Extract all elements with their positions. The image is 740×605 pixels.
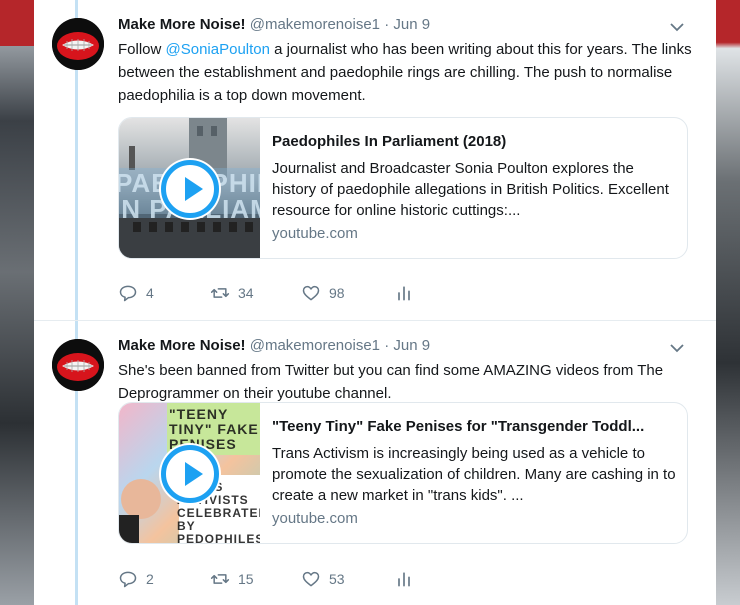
reply-count: 4 xyxy=(146,285,154,301)
tweet-thread-panel: Make More Noise! @makemorenoise1 · Jun 9… xyxy=(34,0,716,605)
retweet-count: 15 xyxy=(238,571,254,587)
background-left-edge xyxy=(0,0,34,605)
user-handle[interactable]: @makemorenoise1 xyxy=(250,337,380,354)
tweet-header: Make More Noise! @makemorenoise1 · Jun 9 xyxy=(118,337,430,354)
card-description: Trans Activism is increasingly being use… xyxy=(272,445,676,504)
avatar[interactable] xyxy=(52,18,104,70)
chevron-down-icon[interactable] xyxy=(668,18,686,36)
mention-link[interactable]: @SoniaPoulton xyxy=(166,41,270,58)
retweet-count: 34 xyxy=(238,285,254,301)
card-description: Journalist and Broadcaster Sonia Poulton… xyxy=(272,160,669,219)
tweet-date[interactable]: Jun 9 xyxy=(393,337,430,354)
card-title: "Teeny Tiny" Fake Penises for "Transgend… xyxy=(272,418,645,435)
separator: · xyxy=(384,337,390,354)
tweet-text: Follow @SoniaPoulton a journalist who ha… xyxy=(118,38,698,107)
tweet-text-start: She's been banned from Twitter but you c… xyxy=(118,362,664,402)
analytics-icon xyxy=(398,572,410,587)
user-handle[interactable]: @makemorenoise1 xyxy=(250,16,380,33)
tweet[interactable]: Make More Noise! @makemorenoise1 · Jun 9… xyxy=(34,0,716,320)
heart-icon xyxy=(302,285,320,301)
tweet-text: She's been banned from Twitter but you c… xyxy=(118,359,698,405)
tweet-actions: 2 15 53 xyxy=(118,569,438,589)
tweet-actions: 4 34 98 xyxy=(118,283,438,303)
card-body: Paedophiles In Parliament (2018) Journal… xyxy=(272,131,677,242)
tweet[interactable]: Make More Noise! @makemorenoise1 · Jun 9… xyxy=(34,320,716,605)
play-icon[interactable] xyxy=(161,160,219,218)
heart-icon xyxy=(302,571,320,587)
analytics-icon xyxy=(398,286,410,301)
like-count: 53 xyxy=(329,571,345,587)
background-red-block xyxy=(0,0,34,46)
chevron-down-icon[interactable] xyxy=(668,339,686,357)
display-name[interactable]: Make More Noise! xyxy=(118,16,246,33)
separator: · xyxy=(384,16,390,33)
reply-count: 2 xyxy=(146,571,154,587)
link-card[interactable]: PAEDOPHILES IN PARLIAMENT Paedophiles In… xyxy=(118,117,688,259)
retweet-button[interactable]: 34 xyxy=(210,283,254,303)
avatar[interactable] xyxy=(52,339,104,391)
analytics-button[interactable] xyxy=(394,569,414,589)
video-thumbnail[interactable]: PAEDOPHILES IN PARLIAMENT xyxy=(119,118,260,258)
reply-button[interactable]: 4 xyxy=(118,283,154,303)
card-domain: youtube.com xyxy=(272,510,358,527)
tweet-date[interactable]: Jun 9 xyxy=(393,16,430,33)
like-button[interactable]: 53 xyxy=(301,569,345,589)
link-card[interactable]: "TEENY TINY" FAKE PENISES TRANS ACTIVIST… xyxy=(118,402,688,544)
tweet-header: Make More Noise! @makemorenoise1 · Jun 9 xyxy=(118,16,430,33)
tweet-text-start: Follow xyxy=(118,41,166,58)
retweet-icon xyxy=(210,574,230,584)
analytics-button[interactable] xyxy=(394,283,414,303)
video-thumbnail[interactable]: "TEENY TINY" FAKE PENISES TRANS ACTIVIST… xyxy=(119,403,260,543)
reply-icon xyxy=(119,285,137,302)
display-name[interactable]: Make More Noise! xyxy=(118,337,246,354)
like-count: 98 xyxy=(329,285,345,301)
play-icon[interactable] xyxy=(161,445,219,503)
card-body: "Teeny Tiny" Fake Penises for "Transgend… xyxy=(272,416,677,527)
card-title: Paedophiles In Parliament (2018) xyxy=(272,133,507,150)
retweet-icon xyxy=(210,288,230,298)
retweet-button[interactable]: 15 xyxy=(210,569,254,589)
reply-icon xyxy=(119,571,137,588)
reply-button[interactable]: 2 xyxy=(118,569,154,589)
card-domain: youtube.com xyxy=(272,225,358,242)
like-button[interactable]: 98 xyxy=(301,283,345,303)
background-right-edge xyxy=(716,0,740,605)
